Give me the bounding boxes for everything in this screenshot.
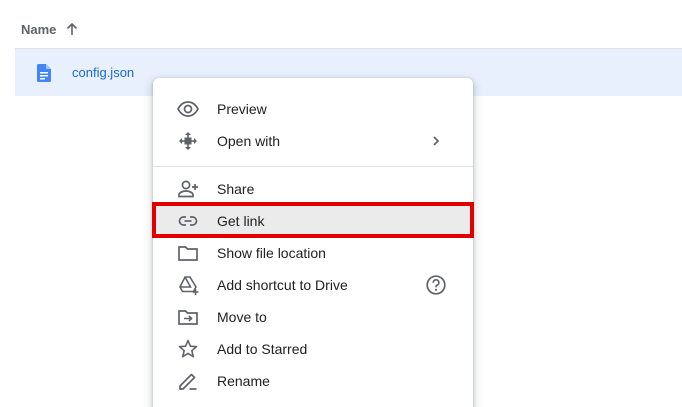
drive-shortcut-icon xyxy=(177,274,199,296)
menu-item-label: Share xyxy=(217,181,255,197)
menu-item-label: Preview xyxy=(217,101,267,117)
menu-item-label: Show file location xyxy=(217,245,326,261)
menu-item-get-link[interactable]: Get link xyxy=(153,205,473,237)
menu-item-preview[interactable]: Preview xyxy=(153,93,473,125)
document-icon xyxy=(37,64,51,82)
menu-item-show-file-location[interactable]: Show file location xyxy=(153,237,473,269)
star-outline-icon xyxy=(177,338,199,360)
menu-item-add-shortcut[interactable]: Add shortcut to Drive xyxy=(153,269,473,301)
name-column-label: Name xyxy=(21,21,57,37)
arrow-up-icon[interactable] xyxy=(64,21,80,37)
name-column-header[interactable]: Name xyxy=(21,18,80,40)
link-icon xyxy=(177,210,199,232)
menu-divider xyxy=(153,166,473,167)
move-arrows-icon xyxy=(177,130,199,152)
menu-item-label: Open with xyxy=(217,133,281,149)
menu-item-label: Add shortcut to Drive xyxy=(217,277,348,293)
menu-item-label: Rename xyxy=(217,373,270,389)
menu-item-label: Add to Starred xyxy=(217,341,308,357)
context-menu: Preview Open with Share Get link Show fi… xyxy=(153,78,473,407)
drive-file-list: Name config.json Preview Open with Share… xyxy=(0,0,682,407)
chevron-right-icon xyxy=(425,130,447,152)
file-name[interactable]: config.json xyxy=(72,64,134,82)
menu-item-share[interactable]: Share xyxy=(153,173,473,205)
folder-icon xyxy=(177,242,199,264)
move-to-folder-icon xyxy=(177,306,199,328)
menu-item-label: Move to xyxy=(217,309,267,325)
eye-icon xyxy=(177,98,199,120)
pencil-icon xyxy=(177,370,199,392)
person-add-icon xyxy=(177,178,199,200)
menu-item-rename[interactable]: Rename xyxy=(153,365,473,397)
menu-item-open-with[interactable]: Open with xyxy=(153,125,473,157)
help-circle-icon[interactable] xyxy=(425,274,447,296)
menu-item-move-to[interactable]: Move to xyxy=(153,301,473,333)
menu-item-add-to-starred[interactable]: Add to Starred xyxy=(153,333,473,365)
menu-item-label: Get link xyxy=(217,213,265,229)
